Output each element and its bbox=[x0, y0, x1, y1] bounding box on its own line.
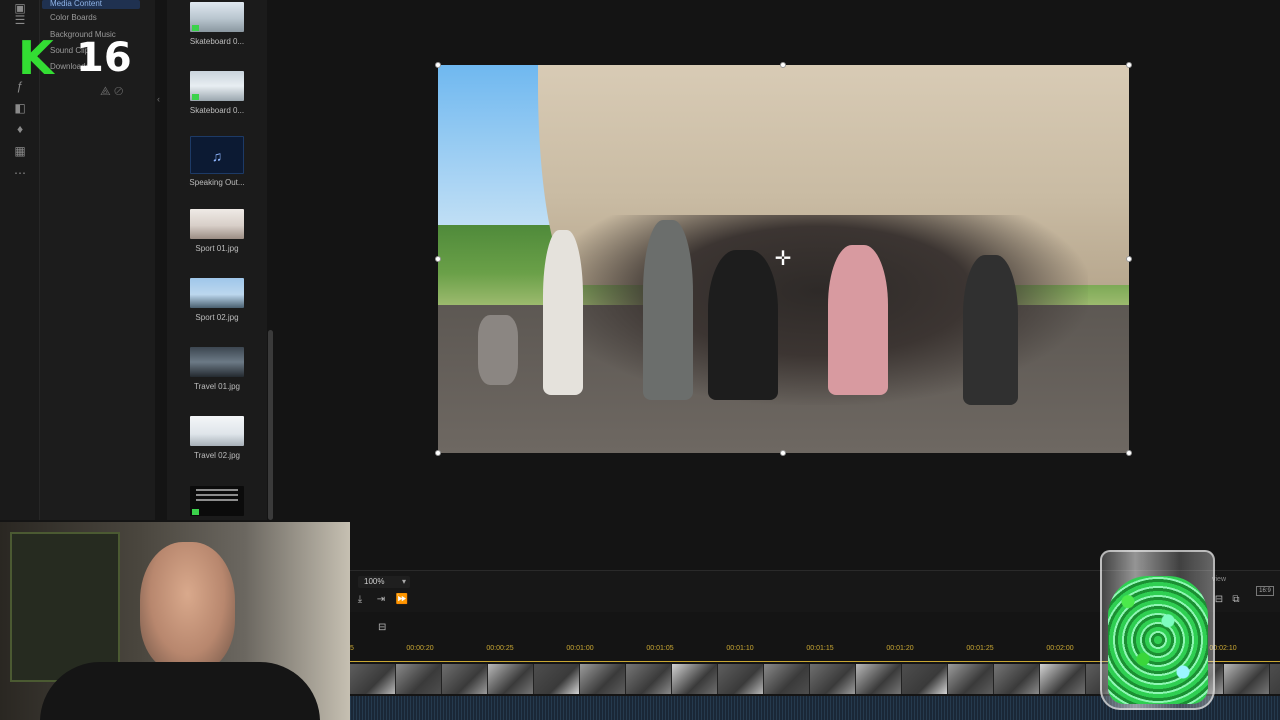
ruler-tick: 00:01:15 bbox=[806, 645, 834, 652]
film-frame bbox=[672, 664, 718, 694]
person bbox=[708, 250, 778, 400]
track-manager-icon[interactable]: ⊟ bbox=[378, 622, 390, 634]
film-frame bbox=[902, 664, 948, 694]
film-frame bbox=[810, 664, 856, 694]
film-frame bbox=[948, 664, 994, 694]
ruler-tick: 00:01:20 bbox=[886, 645, 914, 652]
next-frame-icon[interactable]: ⇥ bbox=[374, 594, 388, 606]
ruler-tick: 00:01:00 bbox=[566, 645, 594, 652]
media-item[interactable]: Skateboard 0... bbox=[167, 2, 267, 46]
pip-icon[interactable]: ▦ bbox=[12, 143, 28, 159]
media-label: Travel 01.jpg bbox=[194, 382, 240, 391]
webcam-shirt bbox=[40, 662, 320, 720]
film-frame bbox=[350, 664, 396, 694]
media-label: Sport 02.jpg bbox=[195, 313, 239, 322]
media-label: Speaking Out... bbox=[189, 178, 245, 187]
media-item[interactable]: Sport 02.jpg bbox=[167, 278, 267, 322]
media-label: Sport 01.jpg bbox=[195, 244, 239, 253]
text-slide-thumb bbox=[190, 486, 244, 516]
film-frame bbox=[442, 664, 488, 694]
media-item[interactable]: ♫ Speaking Out... bbox=[167, 136, 267, 187]
webcam-overlay bbox=[0, 522, 350, 720]
undock-icon[interactable]: ⧉ bbox=[1229, 594, 1243, 606]
film-frame bbox=[396, 664, 442, 694]
resize-handle[interactable] bbox=[780, 450, 786, 456]
film-frame bbox=[580, 664, 626, 694]
category-color-boards[interactable]: Color Boards bbox=[50, 13, 97, 22]
download-badge-icon bbox=[192, 25, 199, 31]
sport-thumb bbox=[190, 278, 244, 308]
media-item[interactable]: Sport 01.jpg bbox=[167, 209, 267, 253]
person bbox=[543, 230, 583, 395]
film-frame bbox=[534, 664, 580, 694]
ruler-tick: 5 bbox=[350, 645, 354, 652]
film-frame bbox=[764, 664, 810, 694]
film-frame bbox=[626, 664, 672, 694]
film-frame bbox=[856, 664, 902, 694]
zoom-dropdown[interactable]: 100% ▾ bbox=[358, 576, 410, 588]
sport-thumb bbox=[190, 209, 244, 239]
jar-contents bbox=[1108, 576, 1208, 704]
ruler-tick: 00:02:00 bbox=[1046, 645, 1074, 652]
travel-thumb bbox=[190, 416, 244, 446]
film-frame bbox=[994, 664, 1040, 694]
download-badge-icon bbox=[192, 509, 199, 515]
resize-handle[interactable] bbox=[435, 256, 441, 262]
media-label: Skateboard 0... bbox=[189, 37, 245, 46]
film-frame bbox=[488, 664, 534, 694]
category-media-content[interactable]: Media Content bbox=[42, 0, 140, 9]
person bbox=[963, 255, 1018, 405]
dog bbox=[478, 315, 518, 385]
media-item[interactable]: Travel 01.jpg bbox=[167, 347, 267, 391]
person bbox=[643, 220, 693, 400]
media-item[interactable]: Travel 02.jpg bbox=[167, 416, 267, 460]
ruler-tick: 00:00:20 bbox=[406, 645, 434, 652]
film-frame bbox=[1224, 664, 1270, 694]
webcam-shelf bbox=[10, 532, 120, 682]
film-frame bbox=[1270, 664, 1280, 694]
skateboard-thumb bbox=[190, 2, 244, 32]
ruler-tick: 00:00:25 bbox=[486, 645, 514, 652]
resize-handle[interactable] bbox=[435, 62, 441, 68]
webcam-face bbox=[140, 542, 235, 672]
zoom-value: 100% bbox=[364, 577, 385, 586]
film-frame bbox=[1040, 664, 1086, 694]
aspect-ratio-button[interactable]: 16:9 bbox=[1256, 586, 1274, 596]
fast-forward-icon[interactable]: ⏩ bbox=[395, 594, 409, 606]
music-note-icon: ♫ bbox=[190, 136, 244, 174]
title-icon[interactable]: ☰ bbox=[12, 12, 28, 28]
collapse-panel-icon[interactable]: ‹ bbox=[157, 94, 167, 106]
logo-letter: K bbox=[18, 31, 54, 85]
media-item[interactable] bbox=[167, 486, 267, 516]
resize-handle[interactable] bbox=[1126, 62, 1132, 68]
export-frame-icon[interactable]: ⤓ bbox=[353, 594, 367, 606]
particle-icon[interactable]: ♦ bbox=[12, 121, 28, 137]
ruler-tick: 00:01:25 bbox=[966, 645, 994, 652]
resize-handle[interactable] bbox=[1126, 256, 1132, 262]
media-library: Skateboard 0... Skateboard 0... ♫ Speaki… bbox=[167, 0, 267, 520]
more-icon[interactable]: ⋯ bbox=[12, 165, 28, 181]
chevron-down-icon: ▾ bbox=[401, 577, 406, 586]
media-item[interactable]: Skateboard 0... bbox=[167, 71, 267, 115]
download-badge-icon bbox=[192, 94, 199, 100]
travel-thumb bbox=[190, 347, 244, 377]
media-label: Skateboard 0... bbox=[189, 106, 245, 115]
person bbox=[828, 245, 888, 395]
media-label: Travel 02.jpg bbox=[194, 451, 240, 460]
ruler-tick: 00:01:10 bbox=[726, 645, 754, 652]
resize-handle[interactable] bbox=[780, 62, 786, 68]
resize-handle[interactable] bbox=[1126, 450, 1132, 456]
transition-icon[interactable]: ◧ bbox=[12, 100, 28, 116]
ruler-tick: 00:01:05 bbox=[646, 645, 674, 652]
jar-overlay bbox=[1100, 550, 1215, 710]
film-frame bbox=[718, 664, 764, 694]
move-crosshair-icon[interactable]: ✛ bbox=[773, 249, 793, 270]
add-category-icon[interactable]: ⟁ ⊘ bbox=[100, 84, 123, 99]
resize-handle[interactable] bbox=[435, 450, 441, 456]
skateboard-thumb bbox=[190, 71, 244, 101]
library-scrollbar[interactable] bbox=[268, 330, 273, 520]
logo-number: 16 bbox=[76, 35, 132, 81]
